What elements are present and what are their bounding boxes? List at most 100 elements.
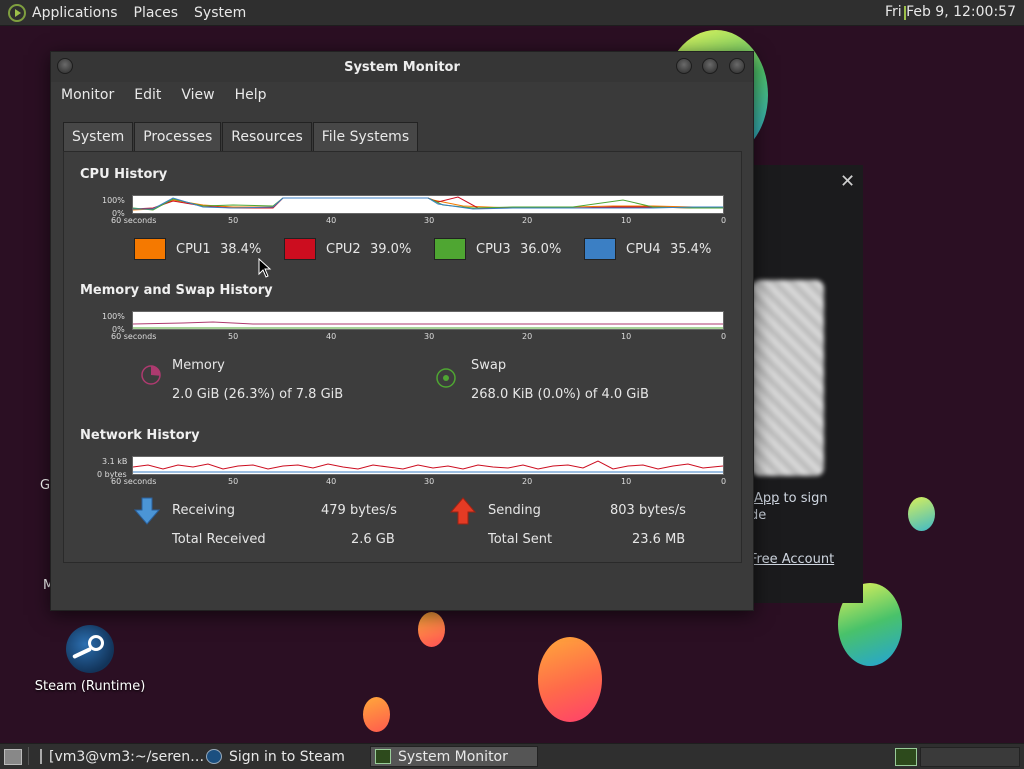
cpu2-color-button[interactable] xyxy=(284,238,316,260)
minimize-button[interactable] xyxy=(676,58,692,74)
taskbar-steam[interactable]: Sign in to Steam xyxy=(202,746,366,767)
cpu1-legend: CPU1 38.4% xyxy=(134,238,261,260)
top-panel: Applications Places System Fri Feb 9, 12… xyxy=(0,0,1024,26)
net-x-tick: 10 xyxy=(621,477,632,486)
net-x-tick: 50 xyxy=(228,477,239,486)
network-graph xyxy=(132,456,724,475)
tab-file-systems[interactable]: File Systems xyxy=(312,122,419,151)
cpu-graph xyxy=(132,195,724,214)
cpu3-color-button[interactable] xyxy=(434,238,466,260)
sending-line xyxy=(133,460,723,470)
steam-app-link[interactable]: App xyxy=(754,491,779,506)
cpu2-label: CPU2 xyxy=(326,241,361,257)
cpu-x-tick: 30 xyxy=(424,216,435,225)
sending-value: 803 bytes/s xyxy=(610,503,686,518)
cpu4-color-button[interactable] xyxy=(584,238,616,260)
cpu2-value: 39.0% xyxy=(370,241,412,257)
net-x-tick: 40 xyxy=(326,477,337,486)
taskbar-system-monitor[interactable]: System Monitor xyxy=(370,746,538,767)
signin-text-line1: App to sign xyxy=(754,491,828,506)
receiving-label: Receiving xyxy=(172,503,236,518)
memory-graph xyxy=(132,311,724,330)
total-received-value: 2.6 GB xyxy=(351,532,395,547)
tab-processes[interactable]: Processes xyxy=(134,122,222,151)
taskbar-system-monitor-label: System Monitor xyxy=(398,748,508,765)
memory-pie-wedge xyxy=(151,366,160,376)
menu-help[interactable]: Help xyxy=(235,87,267,103)
total-sent-label: Total Sent xyxy=(488,532,553,547)
create-account-link[interactable]: Free Account xyxy=(750,552,834,567)
close-icon[interactable]: ✕ xyxy=(840,171,855,192)
cpu-x-tick: 10 xyxy=(621,216,632,225)
menu-bar: Monitor Edit View Help xyxy=(61,87,287,103)
taskbar-terminal[interactable]: [vm3@vm3:~/seren… xyxy=(36,746,204,767)
signin-text-line1-rest: to sign xyxy=(779,491,828,506)
steam-small-icon xyxy=(206,749,222,764)
tab-resources[interactable]: Resources xyxy=(222,122,312,151)
system-monitor-window: System Monitor Monitor Edit View Help Sy… xyxy=(50,51,754,611)
menu-view[interactable]: View xyxy=(181,87,214,103)
applications-menu[interactable]: Applications xyxy=(32,5,118,21)
system-menu[interactable]: System xyxy=(194,5,246,21)
total-sent-value: 23.6 MB xyxy=(632,532,686,547)
cpu3-value: 36.0% xyxy=(520,241,562,257)
memory-line xyxy=(133,321,723,325)
workspace-switcher[interactable] xyxy=(920,747,1020,767)
show-desktop-icon[interactable] xyxy=(4,749,22,765)
clock[interactable]: Fri Feb 9, 12:00:57 xyxy=(885,4,1016,20)
sending-arrow-icon[interactable] xyxy=(450,497,476,525)
tab-bar: System Processes Resources File Systems xyxy=(63,122,419,151)
mem-x-tick: 40 xyxy=(326,332,337,341)
close-button[interactable] xyxy=(729,58,745,74)
title-bar[interactable]: System Monitor xyxy=(51,52,753,82)
cpu-x-tick: 40 xyxy=(326,216,337,225)
sending-label: Sending xyxy=(488,503,541,518)
receiving-arrow-icon[interactable] xyxy=(134,497,160,525)
desktop-bubble xyxy=(363,697,390,732)
cpu1-value: 38.4% xyxy=(220,241,262,257)
cpu-history-title: CPU History xyxy=(80,167,168,182)
tab-system[interactable]: System xyxy=(63,122,134,151)
system-monitor-icon xyxy=(375,749,391,764)
memory-pie-icon[interactable] xyxy=(140,364,162,386)
places-menu[interactable]: Places xyxy=(134,5,179,21)
swap-pie-icon[interactable] xyxy=(435,367,457,389)
mem-x-tick: 20 xyxy=(522,332,533,341)
desktop-label-partial: G xyxy=(40,478,51,493)
cpu4-legend: CPU4 35.4% xyxy=(584,238,711,260)
window-title: System Monitor xyxy=(344,60,460,75)
taskbar: [vm3@vm3:~/seren… Sign in to Steam Syste… xyxy=(0,743,1024,769)
desktop-bubble xyxy=(538,637,602,722)
total-received-label: Total Received xyxy=(172,532,266,547)
net-x-tick: 60 seconds xyxy=(111,477,157,486)
cpu1-color-button[interactable] xyxy=(134,238,166,260)
cpu-x-tick: 0 xyxy=(721,216,727,225)
mem-x-tick: 50 xyxy=(228,332,239,341)
memory-value: 2.0 GiB (26.3%) of 7.8 GiB xyxy=(172,387,344,402)
taskbar-terminal-label: [vm3@vm3:~/seren… xyxy=(49,748,205,765)
desktop-bubble xyxy=(418,612,445,647)
tray-monitor-icon[interactable] xyxy=(895,748,917,766)
cpu4-label: CPU4 xyxy=(626,241,661,257)
cpu4-value: 35.4% xyxy=(670,241,712,257)
memory-history-title: Memory and Swap History xyxy=(80,283,273,298)
network-history-title: Network History xyxy=(80,428,200,443)
menu-edit[interactable]: Edit xyxy=(134,87,161,103)
net-x-tick: 0 xyxy=(721,477,727,486)
cpu-x-tick: 20 xyxy=(522,216,533,225)
terminal-icon xyxy=(40,749,42,764)
maximize-button[interactable] xyxy=(702,58,718,74)
net-x-tick: 20 xyxy=(522,477,533,486)
mem-x-tick: 30 xyxy=(424,332,435,341)
cpu-x-tick: 60 seconds xyxy=(111,216,157,225)
cpu2-legend: CPU2 39.0% xyxy=(284,238,411,260)
mouse-cursor-icon xyxy=(258,258,272,278)
cpu3-label: CPU3 xyxy=(476,241,511,257)
menu-monitor[interactable]: Monitor xyxy=(61,87,114,103)
receiving-value: 479 bytes/s xyxy=(321,503,397,518)
steam-desktop-icon[interactable]: Steam (Runtime) xyxy=(30,625,150,694)
steam-signin-window: ✕ App to sign de Free Account xyxy=(750,165,863,603)
resources-panel: CPU History 100% 0% 60 seconds 50 40 30 … xyxy=(63,151,742,563)
distro-logo-icon[interactable] xyxy=(8,3,26,22)
net-y-top: 3.1 kB xyxy=(102,457,128,466)
